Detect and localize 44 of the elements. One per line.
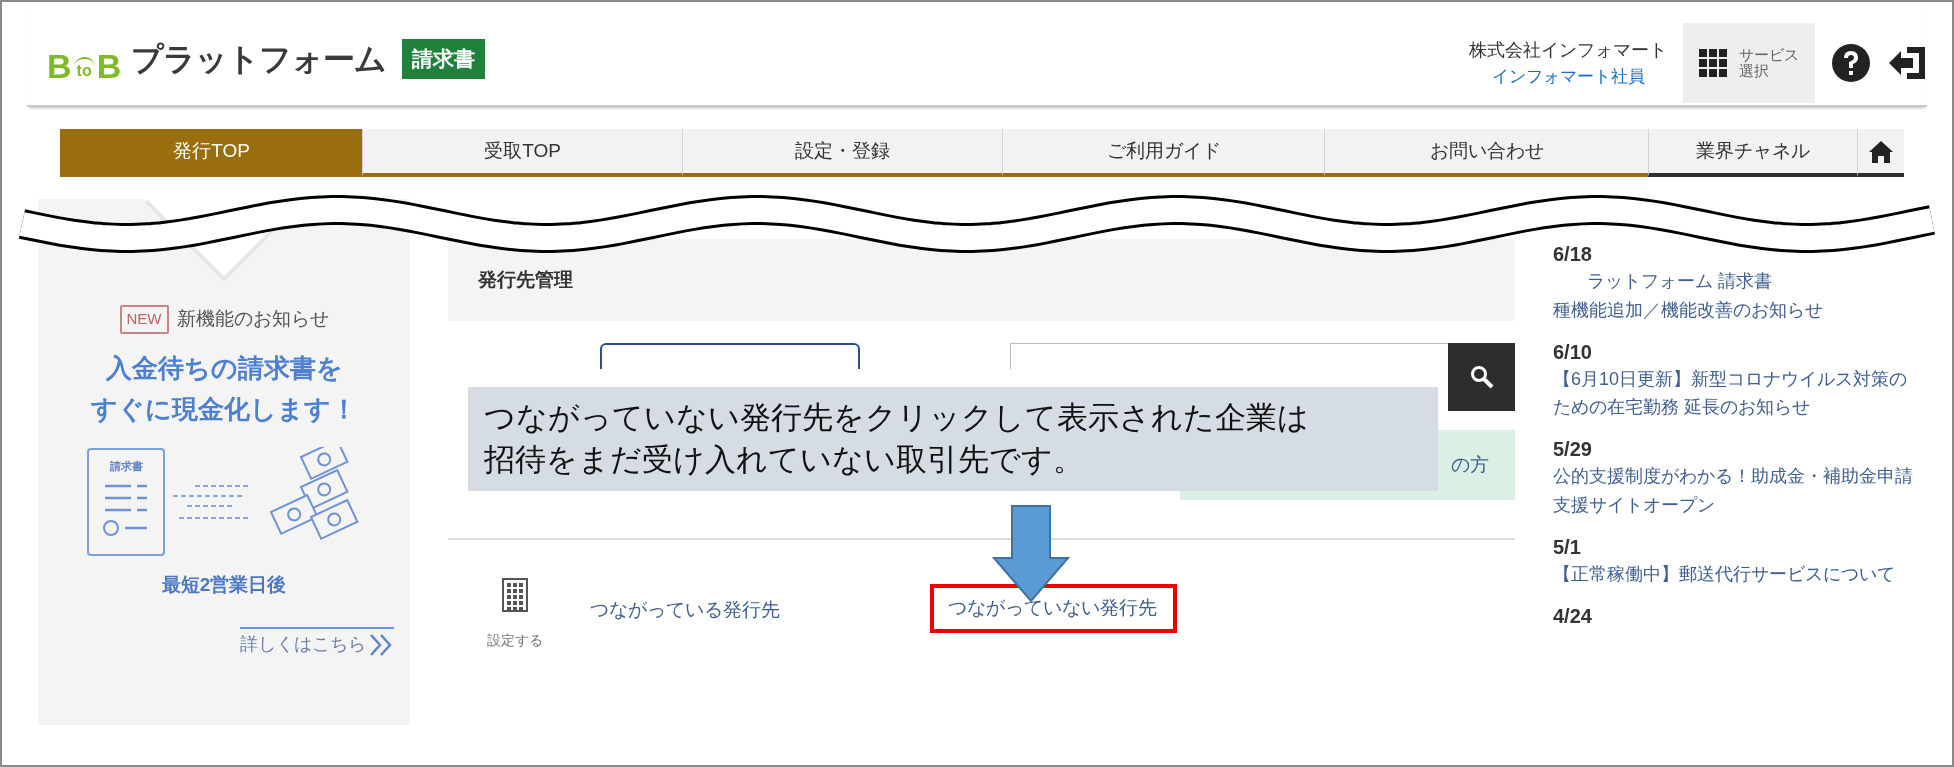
register-button[interactable] (600, 343, 860, 369)
connected-issuers-link[interactable]: つながっている発行先 (590, 596, 780, 625)
building-icon (502, 578, 528, 612)
news-text-fragment: ラットフォーム 請求書 (1586, 270, 1773, 293)
user-name-link[interactable]: インフォマート社員 (1491, 66, 1645, 86)
logout-icon[interactable] (1887, 45, 1927, 81)
news-link[interactable]: 【正常稼働中】郵送代行サービスについて (1553, 559, 1913, 589)
nav-tab[interactable]: お問い合わせ (1324, 129, 1648, 177)
unconnected-issuers-link[interactable]: つながっていない発行先 (930, 584, 1177, 633)
search-field[interactable] (1010, 343, 1448, 369)
banner-caption: 最短2営業日後 (161, 572, 287, 597)
home-tab[interactable] (1857, 129, 1904, 177)
section-title: 発行先管理 (448, 239, 1515, 321)
banner-heading: 新機能のお知らせ (176, 307, 329, 331)
callout-note: つながっていない発行先をクリックして表示された企業は 招待をまだ受け入れていない取引先です。 (468, 387, 1438, 491)
search-icon (1469, 365, 1494, 389)
news-link[interactable]: 公的支援制度がわかる！助成金・補助金申請支援サイトオープン (1553, 462, 1913, 520)
nav-tab[interactable]: 受取TOP (362, 129, 682, 177)
logo[interactable]: B to B プラットフォーム (47, 35, 387, 83)
search-button[interactable] (1448, 343, 1515, 411)
help-icon[interactable] (1831, 43, 1871, 83)
news-date: 6/18 (1553, 242, 1593, 267)
grid-icon (1699, 49, 1727, 77)
nav-tab[interactable]: 業界チャネル (1648, 129, 1857, 177)
news-date: 6/10 (1553, 339, 1593, 365)
home-icon (1868, 139, 1894, 164)
news-link[interactable]: 【6月10日更新】新型コロナウイルス対策のための在宅勤務 延長のお知らせ (1553, 364, 1913, 423)
details-link[interactable]: 詳しくはこちら (240, 627, 394, 659)
product-label: 請求書 (402, 39, 486, 79)
invoice-label: 請求書 (109, 458, 143, 474)
service-select-button[interactable]: サービス 選択 (1683, 23, 1815, 103)
news-date: 5/1 (1553, 534, 1582, 560)
new-badge: NEW (119, 305, 169, 334)
news-date: 4/24 (1553, 603, 1593, 629)
nav-tab[interactable]: 発行TOP (60, 129, 362, 177)
news-link[interactable]: 種機能追加／機能改善のお知らせ (1553, 295, 1913, 325)
settings-caption: 設定する (487, 631, 543, 650)
nav-tab[interactable]: ご利用ガイド (1002, 129, 1324, 177)
news-date: 5/29 (1553, 437, 1593, 463)
banner-headline: 入金待ちの請求書を すぐに現金化します！ (91, 351, 357, 427)
nav-tab[interactable]: 設定・登録 (682, 129, 1002, 177)
double-chevron-icon (368, 632, 394, 657)
banner-card[interactable]: NEW 新機能のお知らせ 入金待ちの請求書を すぐに現金化します！ 請求書 最短2営業日後 詳しくはこちら (38, 199, 410, 725)
company-name: 株式会社インフォマート (1469, 38, 1667, 62)
